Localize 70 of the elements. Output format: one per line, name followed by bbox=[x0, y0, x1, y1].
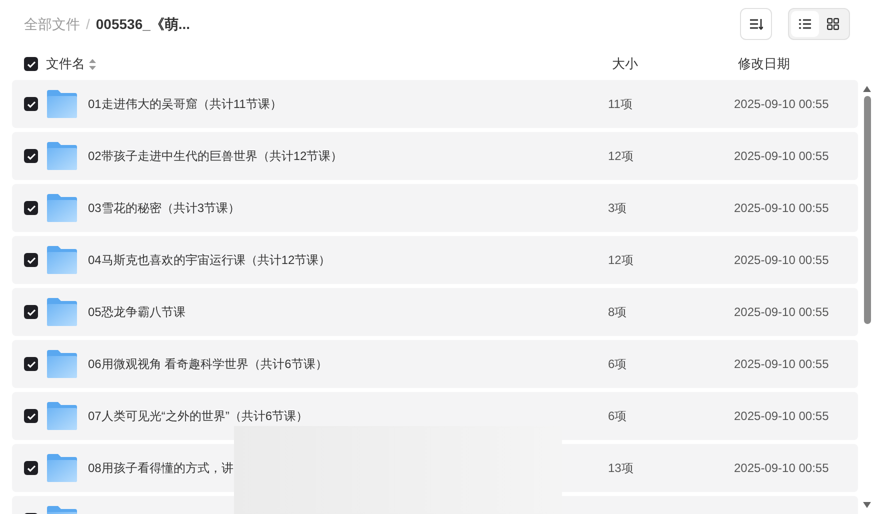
column-header[interactable]: 修改日期 bbox=[738, 54, 790, 74]
scroll-down-icon[interactable] bbox=[863, 502, 871, 508]
checkbox[interactable] bbox=[24, 57, 38, 71]
folder-icon bbox=[47, 402, 77, 430]
item-count: 6项 bbox=[608, 356, 627, 373]
sort-button[interactable] bbox=[740, 8, 772, 40]
file-name: 04马斯克也喜欢的宇宙运行课（共计12节课） bbox=[88, 252, 331, 269]
file-row[interactable]: 01走进伟大的吴哥窟（共计11节课） 11项 2025-09-10 00:55 bbox=[12, 80, 858, 128]
check-icon bbox=[26, 256, 36, 264]
sort-icon bbox=[749, 18, 763, 30]
folder-icon bbox=[47, 454, 77, 482]
item-count: 3项 bbox=[608, 200, 627, 217]
scrollbar-thumb[interactable] bbox=[864, 96, 870, 324]
column-header[interactable]: 文件名 bbox=[46, 54, 85, 74]
item-count: 8项 bbox=[608, 304, 627, 321]
file-name: 06用微观视角 看奇趣科学世界（共计6节课） bbox=[88, 356, 328, 373]
list-icon bbox=[799, 19, 811, 29]
file-name: 07人类可见光“之外的世界”（共计6节课） bbox=[88, 408, 308, 425]
check-icon bbox=[26, 308, 36, 316]
check-icon bbox=[26, 360, 36, 368]
check-icon bbox=[26, 412, 36, 420]
folder-icon bbox=[47, 350, 77, 378]
folder-icon bbox=[47, 142, 77, 170]
scroll-up-icon[interactable] bbox=[863, 86, 871, 92]
checkbox[interactable] bbox=[24, 97, 38, 111]
column-header[interactable]: 大小 bbox=[612, 54, 638, 74]
sort-arrows-icon[interactable] bbox=[89, 58, 96, 70]
checkbox[interactable] bbox=[24, 357, 38, 371]
breadcrumb-separator: / bbox=[86, 14, 90, 34]
checkbox[interactable] bbox=[24, 409, 38, 423]
folder-icon bbox=[47, 246, 77, 274]
file-name: 01走进伟大的吴哥窟（共计11节课） bbox=[88, 96, 282, 113]
checkbox[interactable] bbox=[24, 305, 38, 319]
file-row[interactable]: 04马斯克也喜欢的宇宙运行课（共计12节课） 12项 2025-09-10 00:55 bbox=[12, 236, 858, 284]
file-row[interactable]: 05恐龙争霸八节课 8项 2025-09-10 00:55 bbox=[12, 288, 858, 336]
current-folder: 005536_《萌... bbox=[96, 14, 190, 34]
item-count: 11项 bbox=[608, 96, 632, 113]
list-view-button[interactable] bbox=[791, 11, 819, 37]
file-row[interactable]: 06用微观视角 看奇趣科学世界（共计6节课） 6项 2025-09-10 00:55 bbox=[12, 340, 858, 388]
modified-date: 2025-09-10 00:55 bbox=[734, 96, 829, 113]
check-icon bbox=[26, 152, 36, 160]
check-icon bbox=[26, 100, 36, 108]
modified-date: 2025-09-10 00:55 bbox=[734, 460, 829, 477]
folder-icon bbox=[47, 298, 77, 326]
item-count: 6项 bbox=[608, 408, 627, 425]
checkbox[interactable] bbox=[24, 253, 38, 267]
checkbox[interactable] bbox=[24, 461, 38, 475]
file-name: 05恐龙争霸八节课 bbox=[88, 304, 186, 321]
modified-date: 2025-09-10 00:55 bbox=[734, 356, 829, 373]
modified-date: 2025-09-10 00:55 bbox=[734, 148, 829, 165]
checkbox[interactable] bbox=[24, 149, 38, 163]
modified-date: 2025-09-10 00:55 bbox=[734, 200, 829, 217]
grid-icon bbox=[827, 18, 839, 30]
file-row[interactable]: 03雪花的秘密（共计3节课） 3项 2025-09-10 00:55 bbox=[12, 184, 858, 232]
check-icon bbox=[26, 60, 36, 68]
file-row[interactable]: 02带孩子走进中生代的巨兽世界（共计12节课） 12项 2025-09-10 00:55 bbox=[12, 132, 858, 180]
modified-date: 2025-09-10 00:55 bbox=[734, 408, 829, 425]
file-name: 08用孩子看得懂的方式，讲 bbox=[88, 460, 234, 477]
modified-date: 2025-09-10 00:55 bbox=[734, 252, 829, 269]
file-name: 02带孩子走进中生代的巨兽世界（共计12节课） bbox=[88, 148, 343, 165]
modified-date: 2025-09-10 00:55 bbox=[734, 304, 829, 321]
folder-icon bbox=[47, 194, 77, 222]
check-icon bbox=[26, 464, 36, 472]
file-name: 03雪花的秘密（共计3节课） bbox=[88, 200, 240, 217]
item-count: 12项 bbox=[608, 148, 634, 165]
item-count: 12项 bbox=[608, 252, 634, 269]
folder-icon bbox=[47, 90, 77, 118]
checkbox[interactable] bbox=[24, 201, 38, 215]
item-count: 13项 bbox=[608, 460, 634, 477]
check-icon bbox=[26, 204, 36, 212]
